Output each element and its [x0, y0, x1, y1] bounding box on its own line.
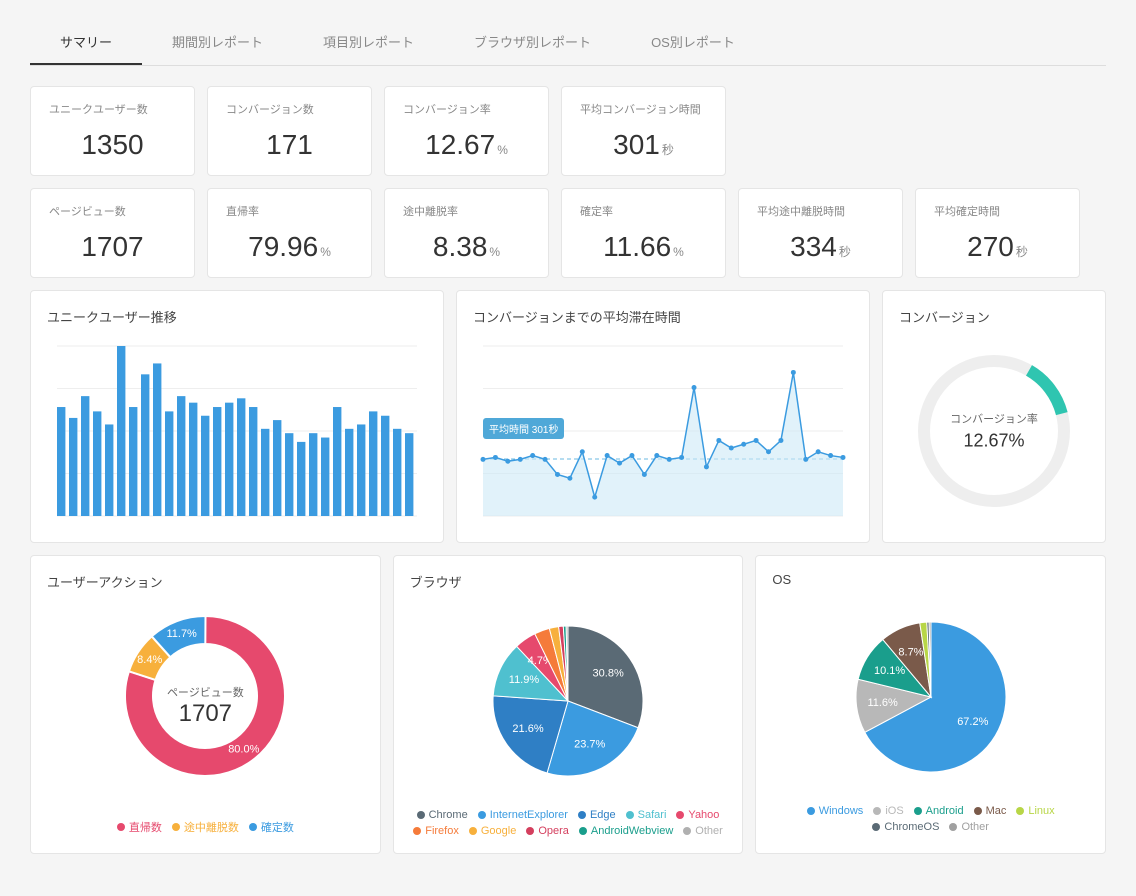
chart-conversion: コンバージョン コンバージョン率 12.67% [882, 290, 1106, 543]
metrics-row-1: ユニークユーザー数 1350 コンバージョン数 171 コンバージョン率 12.67% 平均… [30, 86, 1106, 176]
legend-item[interactable]: Chrome [417, 809, 468, 821]
svg-text:8.4%: 8.4% [138, 654, 163, 666]
legend-item[interactable]: Other [949, 821, 989, 833]
chart-uu-trend: ユニークユーザー推移 [30, 290, 444, 543]
legend-item[interactable]: ChromeOS [872, 821, 939, 833]
chart-user-action: ユーザーアクション 80.0% 8.4% 11.7% ページビュー数 1707 直帰… [30, 555, 381, 854]
legend-item[interactable]: Mac [974, 805, 1007, 817]
chart-title: ユーザーアクション [47, 572, 364, 591]
legend-item[interactable]: AndroidWebview [579, 825, 673, 837]
metric-value: 12.67% [403, 129, 530, 161]
legend-item[interactable]: Yahoo [676, 809, 719, 821]
metric-value: 171 [226, 129, 353, 161]
metric-label: コンバージョン率 [403, 101, 530, 117]
svg-text:30.8%: 30.8% [593, 667, 624, 679]
metric-label: ページビュー数 [49, 203, 176, 219]
legend-item[interactable]: Android [914, 805, 964, 817]
legend-item[interactable]: Other [683, 825, 723, 837]
metric-card: 平均途中離脱時間 334秒 [738, 188, 903, 278]
metric-value: 11.66% [580, 231, 707, 263]
svg-text:80.0%: 80.0% [229, 743, 260, 755]
legend-item[interactable]: iOS [873, 805, 903, 817]
chart-browser: ブラウザ 30.8%23.7%21.6%11.9%4.7% ChromeInte… [393, 555, 744, 854]
legend-item[interactable]: InternetExplorer [478, 809, 568, 821]
browser-legend: Chrome InternetExplorer Edge Safari Yahoo Fir… [410, 809, 727, 837]
svg-text:11.9%: 11.9% [509, 674, 540, 686]
chart-title: ブラウザ [410, 572, 727, 591]
ua-center-label: ページビュー数 [167, 684, 244, 700]
report-tabs: サマリー期間別レポート項目別レポートブラウザ別レポートOS別レポート [30, 20, 1106, 66]
chart-title: コンバージョンまでの平均滞在時間 [473, 307, 853, 326]
ua-center-value: 1707 [167, 700, 244, 728]
legend-item[interactable]: Windows [807, 805, 864, 817]
metric-card: ユニークユーザー数 1350 [30, 86, 195, 176]
svg-text:11.7%: 11.7% [167, 628, 198, 640]
legend-item[interactable]: 確定数 [249, 819, 294, 835]
metric-card: 確定率 11.66% [561, 188, 726, 278]
metrics-row-2: ページビュー数 1707 直帰率 79.96% 途中離脱率 8.38% 確定率 11.66% 平… [30, 188, 1106, 278]
legend-item[interactable]: Edge [578, 809, 616, 821]
legend-item[interactable]: Opera [526, 825, 569, 837]
metric-label: ユニークユーザー数 [49, 101, 176, 117]
metric-label: コンバージョン数 [226, 101, 353, 117]
chart-title: コンバージョン [899, 307, 1089, 326]
tab-4[interactable]: OS別レポート [621, 20, 765, 65]
metric-label: 確定率 [580, 203, 707, 219]
svg-text:11.6%: 11.6% [867, 697, 898, 709]
chart-title: OS [772, 572, 1089, 587]
tab-2[interactable]: 項目別レポート [293, 20, 444, 65]
legend-item[interactable]: 直帰数 [117, 819, 162, 835]
metric-value: 1350 [49, 129, 176, 161]
metric-card: 平均コンバージョン時間 301秒 [561, 86, 726, 176]
svg-text:21.6%: 21.6% [512, 723, 543, 735]
svg-text:23.7%: 23.7% [574, 739, 605, 751]
metric-label: 平均途中離脱時間 [757, 203, 884, 219]
metric-card: コンバージョン率 12.67% [384, 86, 549, 176]
svg-text:10.1%: 10.1% [874, 665, 905, 677]
metric-value: 79.96% [226, 231, 353, 263]
metric-card: 途中離脱率 8.38% [384, 188, 549, 278]
metric-value: 301秒 [580, 129, 707, 161]
metric-value: 8.38% [403, 231, 530, 263]
metric-label: 直帰率 [226, 203, 353, 219]
metric-card: コンバージョン数 171 [207, 86, 372, 176]
legend-item[interactable]: 途中離脱数 [172, 819, 239, 835]
metric-label: 平均コンバージョン時間 [580, 101, 707, 117]
chart-avg-stay: コンバージョンまでの平均滞在時間 平均時間 301秒 [456, 290, 870, 543]
tab-1[interactable]: 期間別レポート [142, 20, 293, 65]
legend-item[interactable]: Linux [1016, 805, 1054, 817]
conv-rate-value: 12.67% [950, 431, 1038, 452]
os-legend: Windows iOS Android Mac Linux ChromeOS Other [772, 805, 1089, 833]
metric-value: 1707 [49, 231, 176, 263]
metric-label: 平均確定時間 [934, 203, 1061, 219]
avg-tooltip: 平均時間 301秒 [483, 418, 564, 439]
ua-legend: 直帰数途中離脱数確定数 [47, 819, 364, 835]
svg-text:67.2%: 67.2% [957, 716, 988, 728]
metric-value: 334秒 [757, 231, 884, 263]
metric-card: 平均確定時間 270秒 [915, 188, 1080, 278]
metric-label: 途中離脱率 [403, 203, 530, 219]
tab-3[interactable]: ブラウザ別レポート [444, 20, 621, 65]
metric-value: 270秒 [934, 231, 1061, 263]
metric-card: ページビュー数 1707 [30, 188, 195, 278]
metric-card: 直帰率 79.96% [207, 188, 372, 278]
conv-rate-label: コンバージョン率 [950, 411, 1038, 427]
legend-item[interactable]: Firefox [413, 825, 459, 837]
svg-text:8.7%: 8.7% [898, 646, 923, 658]
chart-os: OS 67.2% 11.6% 10.1% 8.7% Windows iOS Android… [755, 555, 1106, 854]
legend-item[interactable]: Safari [626, 809, 667, 821]
legend-item[interactable]: Google [469, 825, 516, 837]
chart-title: ユニークユーザー推移 [47, 307, 427, 326]
tab-0[interactable]: サマリー [30, 20, 142, 65]
